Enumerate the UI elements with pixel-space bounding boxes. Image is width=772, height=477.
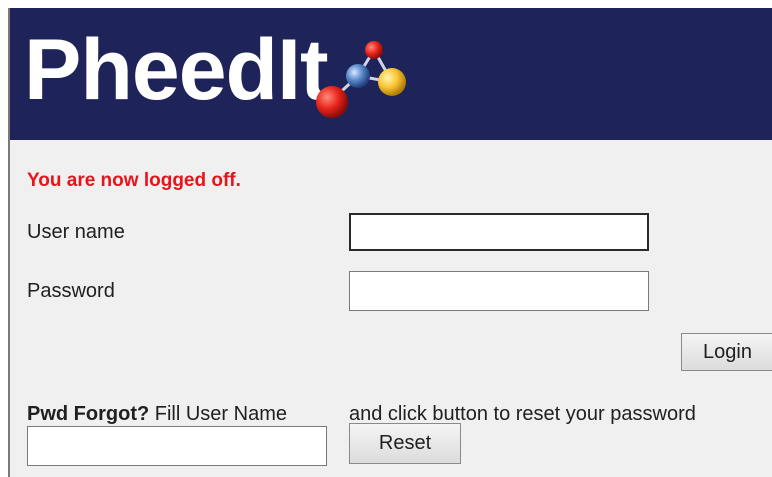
username-label: User name <box>27 221 125 243</box>
forgot-password-hint: Fill User Name <box>149 403 287 425</box>
reset-button[interactable]: Reset <box>349 423 461 464</box>
forgot-password-bold: Pwd Forgot? <box>27 403 150 425</box>
forgot-username-input[interactable] <box>27 426 327 466</box>
password-label: Password <box>27 280 115 302</box>
molecule-logo-icon <box>316 41 406 118</box>
login-page: PheedIt You are now logged off. User nam… <box>8 8 772 477</box>
logged-off-message: You are now logged off. <box>27 170 241 191</box>
app-logo: PheedIt <box>24 22 329 118</box>
forgot-password-label: Pwd Forgot? Fill User Name <box>27 403 287 426</box>
header-banner: PheedIt <box>10 8 772 140</box>
login-button[interactable]: Login <box>681 333 772 371</box>
username-input[interactable] <box>349 213 649 251</box>
password-input[interactable] <box>349 271 649 311</box>
